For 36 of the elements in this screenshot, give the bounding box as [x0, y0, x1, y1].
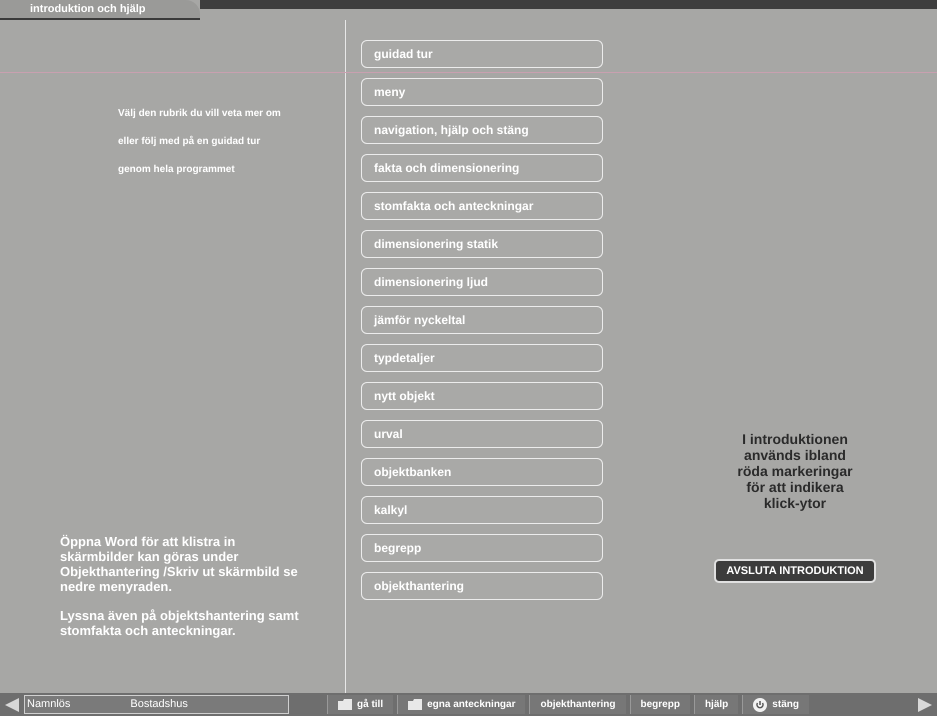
menu-button[interactable]: jämför nyckeltal — [361, 306, 603, 334]
menu-button[interactable]: objekthantering — [361, 572, 603, 600]
menu-button[interactable]: dimensionering statik — [361, 230, 603, 258]
menu-button[interactable]: dimensionering ljud — [361, 268, 603, 296]
folder-icon — [338, 699, 352, 710]
left-arrow-icon[interactable] — [4, 696, 20, 712]
folder-icon — [408, 699, 422, 710]
instruction-text: Välj den rubrik du vill veta mer om — [118, 107, 282, 121]
window-title: introduktion och hjälp — [30, 2, 146, 17]
right-arrow-icon[interactable] — [917, 696, 933, 712]
note-text: Lyssna även på objektshantering samt stomfakta och anteckningar. — [60, 608, 300, 638]
toolbar-button[interactable]: stäng — [742, 695, 809, 714]
object-name: Namnlös — [27, 697, 70, 712]
menu-button[interactable]: urval — [361, 420, 603, 448]
note-text: Öppna Word för att klistra in skärmbilder kan göras under Objekthantering /Skriv ut skärmbild se nedre menyraden. — [60, 534, 299, 594]
exit-button[interactable]: AVSLUTA INTRODUKTION — [714, 559, 876, 583]
power-icon — [753, 698, 768, 712]
menu-button[interactable]: begrepp — [361, 534, 603, 562]
menu-button[interactable]: kalkyl — [361, 496, 603, 524]
menu-button[interactable]: guidad tur — [361, 40, 603, 68]
toolbar-button[interactable]: hjälp — [694, 695, 738, 714]
menu-button[interactable]: stomfakta och anteckningar — [361, 192, 603, 220]
instruction-text: genom hela programmet — [118, 163, 236, 177]
instruction-text: eller följ med på en guidad tur — [118, 134, 262, 149]
menu-button[interactable]: objektbanken — [361, 458, 603, 486]
toolbar-button[interactable]: begrepp — [630, 695, 690, 714]
toolbar-button[interactable]: objekthantering — [529, 695, 626, 714]
menu-button[interactable]: meny — [361, 78, 603, 106]
menu-button[interactable]: navigation, hjälp och stäng — [361, 116, 603, 144]
toolbar-button[interactable]: gå till — [327, 695, 394, 714]
object-type: Bostadshus — [130, 697, 188, 712]
toolbar-button[interactable]: egna anteckningar — [397, 695, 526, 714]
menu-button[interactable]: nytt objekt — [361, 382, 603, 410]
menu-button[interactable]: fakta och dimensionering — [361, 154, 603, 182]
menu-button[interactable]: typdetaljer — [361, 344, 603, 372]
hint-text: I introduktionen används ibland röda markeringar för att indikera klick-ytor — [736, 431, 854, 511]
